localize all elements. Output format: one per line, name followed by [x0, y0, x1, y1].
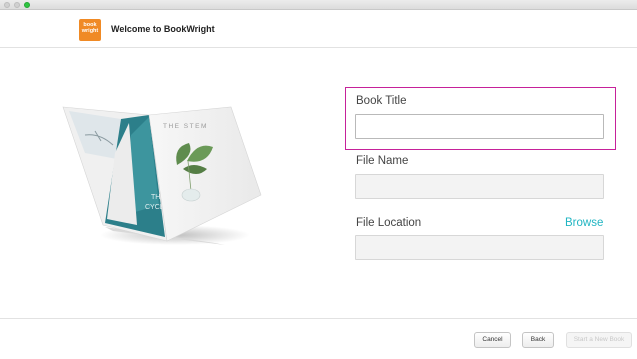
zoom-window-button[interactable]: [24, 2, 30, 8]
dialog-footer: Cancel Back Start a New Book: [0, 318, 637, 359]
file-name-input[interactable]: [355, 174, 604, 199]
file-name-label: File Name: [356, 155, 409, 167]
bookwright-logo: book wright: [79, 19, 101, 41]
open-book-illustration: THE CYCLE THE STEM: [62, 106, 262, 245]
app-header: book wright Welcome to BookWright: [0, 10, 637, 48]
cancel-button[interactable]: Cancel: [474, 332, 511, 348]
file-location-input[interactable]: [355, 235, 604, 260]
page-title: Welcome to BookWright: [111, 24, 215, 34]
minimize-window-button[interactable]: [14, 2, 20, 8]
logo-text-line2: wright: [81, 28, 99, 34]
start-new-book-button[interactable]: Start a New Book: [566, 332, 632, 348]
glass-vase: [181, 188, 201, 202]
book-title-label: Book Title: [356, 95, 407, 107]
right-page-title: THE STEM: [163, 123, 208, 130]
window-titlebar: [0, 0, 637, 10]
browse-link[interactable]: Browse: [565, 217, 603, 229]
close-window-button[interactable]: [4, 2, 10, 8]
logo-text: book wright: [80, 22, 100, 34]
file-location-label: File Location: [356, 217, 422, 229]
book-title-input[interactable]: [355, 114, 604, 139]
back-button[interactable]: Back: [522, 332, 554, 348]
